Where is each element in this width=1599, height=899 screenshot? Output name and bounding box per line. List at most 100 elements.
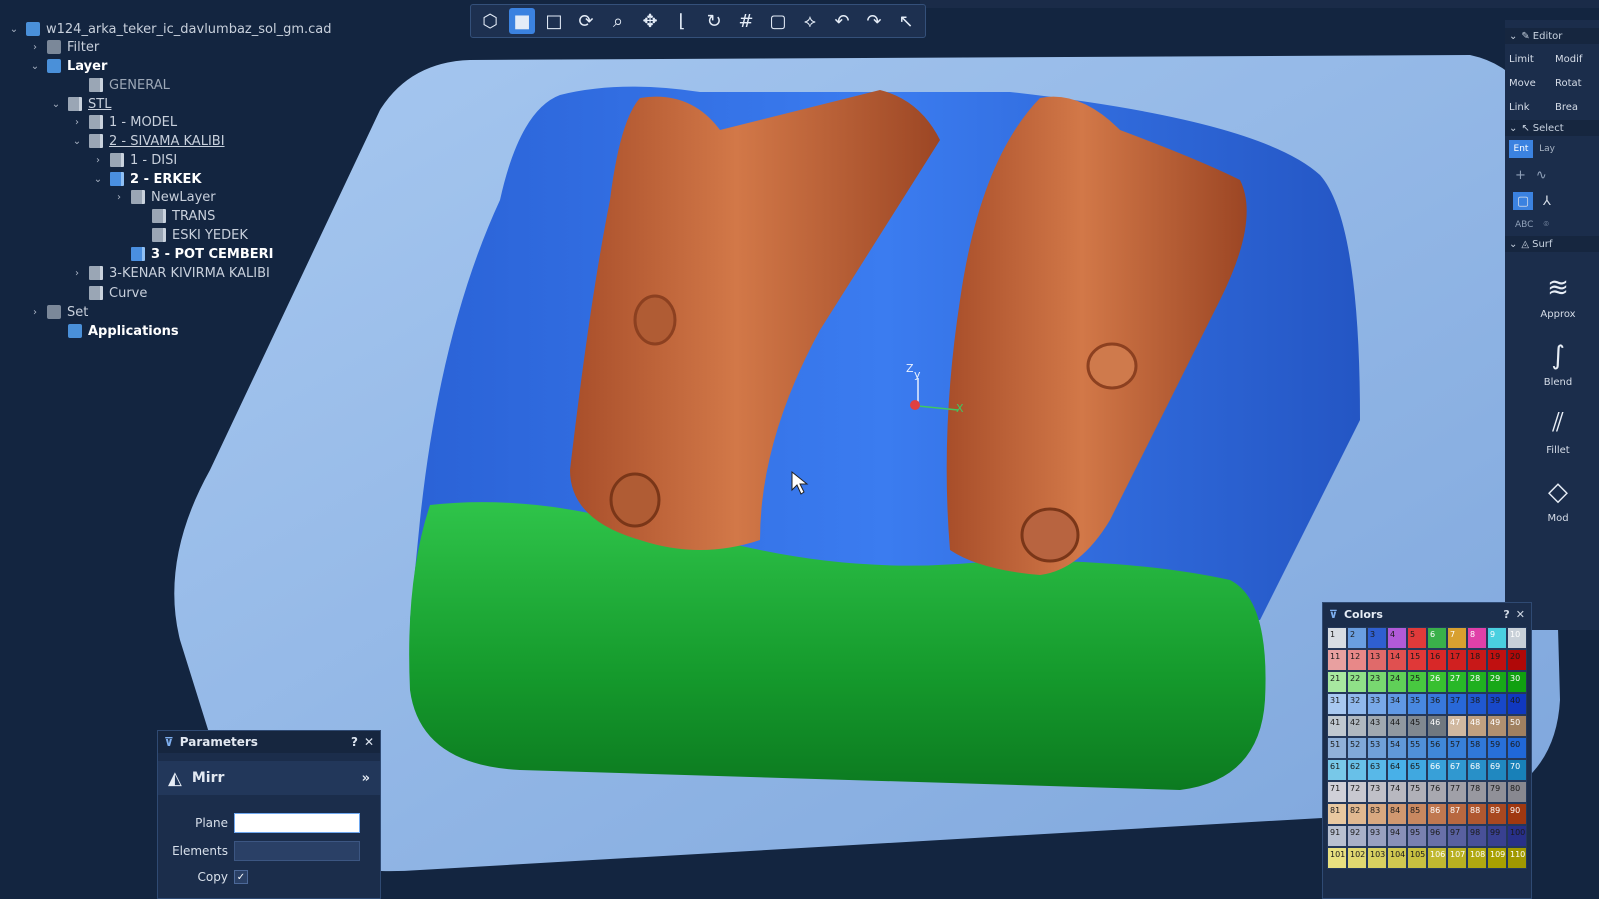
color-swatch[interactable]: 51 [1327,737,1347,759]
color-swatch[interactable]: 65 [1407,759,1427,781]
tree-item[interactable]: ESKI YEDEK [134,226,248,244]
text-select-icon[interactable]: ABC [1515,220,1533,230]
color-swatch[interactable]: 54 [1387,737,1407,759]
tree-item[interactable]: › 1 - MODEL [71,113,177,131]
color-swatch[interactable]: 28 [1467,671,1487,693]
tree-item[interactable]: ⌄ 2 - ERKEK [92,170,202,188]
color-swatch[interactable]: 32 [1347,693,1367,715]
limit-button[interactable]: Limit [1509,50,1549,68]
color-swatch[interactable]: 72 [1347,781,1367,803]
tree-item[interactable]: › NewLayer [113,188,216,206]
color-swatch[interactable]: 13 [1367,649,1387,671]
color-swatch[interactable]: 102 [1347,847,1367,869]
color-swatch[interactable]: 107 [1447,847,1467,869]
tree-item[interactable]: › Set [29,303,88,321]
color-swatch[interactable]: 78 [1467,781,1487,803]
color-swatch[interactable]: 61 [1327,759,1347,781]
color-swatch[interactable]: 34 [1387,693,1407,715]
grid-icon[interactable]: # [733,8,759,34]
color-swatch[interactable]: 48 [1467,715,1487,737]
color-swatch[interactable]: 93 [1367,825,1387,847]
color-swatch[interactable]: 39 [1487,693,1507,715]
tab-entity[interactable]: Ent [1509,140,1533,158]
color-swatch[interactable]: 77 [1447,781,1467,803]
color-swatch[interactable]: 1 [1327,627,1347,649]
chevron-right-icon[interactable]: › [92,154,104,166]
chevron-down-icon[interactable]: ⌄ [71,135,83,147]
color-swatch[interactable]: 106 [1427,847,1447,869]
vertex-icon[interactable]: ⅄ [1543,194,1551,209]
link-button[interactable]: Link [1509,98,1549,116]
color-swatch[interactable]: 26 [1427,671,1447,693]
tree-item[interactable]: TRANS [134,207,215,225]
color-swatch[interactable]: 76 [1427,781,1447,803]
view-iso-icon[interactable]: ⬡ [477,8,503,34]
tree-item[interactable]: Curve [71,284,147,302]
color-swatch[interactable]: 15 [1407,649,1427,671]
color-swatch[interactable]: 83 [1367,803,1387,825]
parameters-panel-header[interactable]: ⊽ Parameters ? ✕ [158,731,380,753]
color-swatch[interactable]: 55 [1407,737,1427,759]
color-swatch[interactable]: 44 [1387,715,1407,737]
pan-icon[interactable]: ✥ [637,8,663,34]
fillet-tool[interactable]: ⫽ Fillet [1519,392,1597,456]
color-swatch[interactable]: 12 [1347,649,1367,671]
color-swatch[interactable]: 50 [1507,715,1527,737]
tree-item[interactable]: ⌄ Layer [29,57,108,75]
color-swatch[interactable]: 11 [1327,649,1347,671]
colors-panel-header[interactable]: ⊽ Colors ? ✕ [1323,603,1531,625]
color-swatch[interactable]: 27 [1447,671,1467,693]
plane-input[interactable] [234,813,360,833]
chevron-down-icon[interactable]: ⌄ [92,173,104,185]
color-swatch[interactable]: 49 [1487,715,1507,737]
color-swatch[interactable]: 47 [1447,715,1467,737]
color-swatch[interactable]: 19 [1487,649,1507,671]
chevron-down-icon[interactable]: ⌄ [29,60,41,72]
color-swatch[interactable]: 96 [1427,825,1447,847]
color-swatch[interactable]: 92 [1347,825,1367,847]
color-swatch[interactable]: 110 [1507,847,1527,869]
tree-item[interactable]: ⌄ 2 - SIVAMA KALIBI [71,132,225,150]
color-swatch[interactable]: 23 [1367,671,1387,693]
color-swatch[interactable]: 8 [1467,627,1487,649]
tree-item[interactable]: ⌄ STL [50,95,112,113]
shaded-view-icon[interactable]: ■ [509,8,535,34]
color-swatch[interactable]: 81 [1327,803,1347,825]
color-swatch[interactable]: 91 [1327,825,1347,847]
frame-icon[interactable]: ▢ [765,8,791,34]
color-swatch[interactable]: 16 [1427,649,1447,671]
copy-checkbox[interactable]: ✓ [234,870,248,884]
color-swatch[interactable]: 59 [1487,737,1507,759]
color-swatch[interactable]: 103 [1367,847,1387,869]
color-swatch[interactable]: 29 [1487,671,1507,693]
color-swatch[interactable]: 74 [1387,781,1407,803]
color-swatch[interactable]: 99 [1487,825,1507,847]
redo-arrow-icon[interactable]: ↷ [861,8,887,34]
color-swatch[interactable]: 89 [1487,803,1507,825]
color-swatch[interactable]: 20 [1507,649,1527,671]
rotate-button[interactable]: Rotat [1555,74,1595,92]
color-swatch[interactable]: 98 [1467,825,1487,847]
color-swatch[interactable]: 105 [1407,847,1427,869]
color-swatch[interactable]: 87 [1447,803,1467,825]
color-swatch[interactable]: 3 [1367,627,1387,649]
color-swatch[interactable]: 2 [1347,627,1367,649]
color-swatch[interactable]: 84 [1387,803,1407,825]
color-swatch[interactable]: 10 [1507,627,1527,649]
color-swatch[interactable]: 17 [1447,649,1467,671]
surface-section-header[interactable]: ⌄ ◬ Surf [1505,236,1599,252]
color-swatch[interactable]: 25 [1407,671,1427,693]
mirror-view-icon[interactable]: ⟡ [797,8,823,34]
color-swatch[interactable]: 104 [1387,847,1407,869]
modify-tool[interactable]: ◇ Mod [1519,460,1597,524]
zoom-icon[interactable]: ⌕ [605,8,631,34]
double-chevron-down-icon[interactable]: » [362,771,370,786]
color-swatch[interactable]: 24 [1387,671,1407,693]
lasso-icon[interactable]: ⌾ [1543,220,1548,230]
pointer-help-icon[interactable]: ↖ [893,8,919,34]
color-swatch[interactable]: 101 [1327,847,1347,869]
color-swatch[interactable]: 100 [1507,825,1527,847]
chevron-down-icon[interactable]: ⌄ [50,98,62,110]
color-swatch[interactable]: 22 [1347,671,1367,693]
color-swatch[interactable]: 85 [1407,803,1427,825]
